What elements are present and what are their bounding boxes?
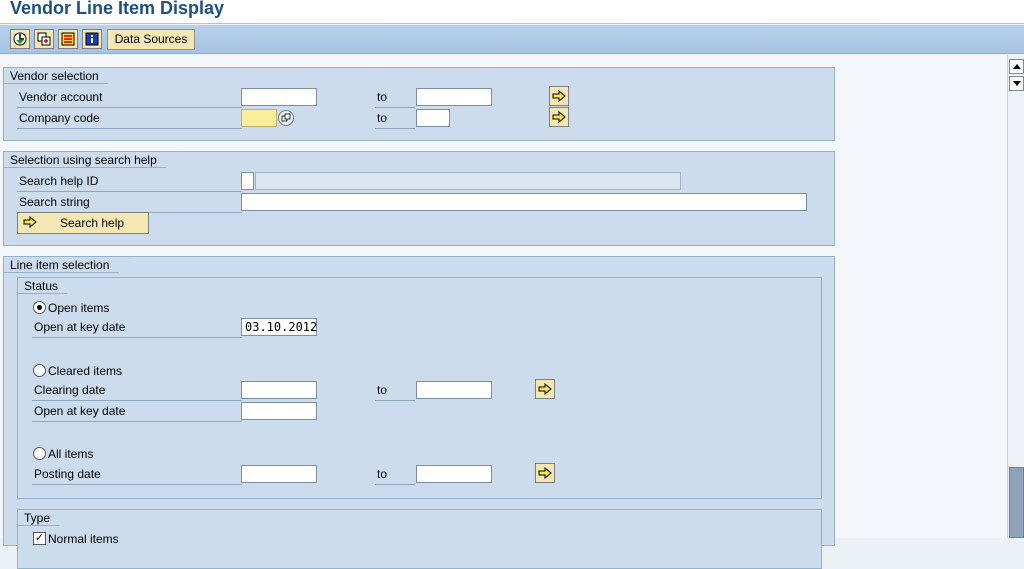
posting-date-to-input[interactable] [416, 465, 492, 483]
all-items-label: All items [48, 447, 94, 461]
normal-items-label: Normal items [48, 532, 119, 546]
open-items-radio[interactable] [33, 301, 46, 314]
cleared-items-radio[interactable] [33, 364, 46, 377]
company-code-multiple-selection-button[interactable] [549, 107, 569, 127]
cleared-key-date-input[interactable] [241, 402, 317, 420]
vendor-account-to-input[interactable] [416, 88, 492, 106]
clearing-date-from-input[interactable] [241, 381, 317, 399]
vendor-account-from-input[interactable] [241, 88, 317, 106]
cleared-key-date-label: Open at key date [32, 402, 242, 422]
open-key-date-label: Open at key date [32, 318, 242, 338]
posting-date-from-input[interactable] [241, 465, 317, 483]
search-help-button-label: Search help [60, 216, 125, 230]
scroll-up-icon[interactable] [1009, 59, 1024, 74]
company-code-to-input[interactable] [416, 109, 450, 127]
search-string-input[interactable] [241, 193, 807, 211]
search-help-id-input[interactable] [241, 172, 254, 190]
company-code-label: Company code [17, 109, 242, 129]
clearing-date-label: Clearing date [32, 381, 242, 401]
scroll-thumb[interactable] [1009, 467, 1024, 538]
dynamic-selection-icon[interactable] [58, 29, 78, 49]
search-help-id-description [255, 172, 681, 190]
posting-date-to-label: to [375, 465, 415, 485]
page-title: Vendor Line Item Display [10, 0, 225, 18]
cleared-items-label: Cleared items [48, 364, 123, 378]
arrow-right-icon [538, 467, 552, 479]
vendor-account-multiple-selection-button[interactable] [549, 86, 569, 106]
arrow-right-icon [552, 111, 566, 123]
vendor-selection-group: Vendor selection Vendor account to Compa… [3, 67, 835, 141]
data-sources-button[interactable]: Data Sources [107, 29, 195, 50]
clearing-date-to-label: to [375, 381, 415, 401]
type-group: Type ✓ Normal items [17, 509, 822, 569]
search-help-id-label: Search help ID [17, 172, 242, 192]
arrow-right-icon [23, 216, 37, 228]
company-code-from-input[interactable] [241, 109, 277, 127]
vendor-account-label: Vendor account [17, 88, 242, 108]
status-title: Status [17, 277, 79, 294]
type-title: Type [17, 509, 71, 526]
posting-date-multiple-selection-button[interactable] [535, 463, 555, 483]
vertical-scrollbar[interactable] [1007, 55, 1024, 538]
scroll-down-icon[interactable] [1009, 76, 1024, 91]
arrow-right-icon [552, 90, 566, 102]
clearing-date-to-input[interactable] [416, 381, 492, 399]
open-key-date-input[interactable]: 03.10.2012 [241, 318, 317, 336]
vendor-account-to-label: to [375, 88, 415, 108]
normal-items-checkbox[interactable]: ✓ [33, 532, 46, 545]
copy-variant-icon[interactable] [34, 29, 54, 49]
status-group: Status Open items Open at key date 03.10… [17, 277, 822, 499]
selection-screen: Vendor selection Vendor account to Compa… [0, 55, 1007, 569]
execute-icon[interactable] [10, 29, 30, 49]
line-item-selection-group: Line item selection Status Open items Op… [3, 256, 835, 569]
clearing-date-multiple-selection-button[interactable] [535, 379, 555, 399]
company-code-to-label: to [375, 109, 415, 129]
vendor-selection-title: Vendor selection [3, 67, 120, 84]
value-help-icon[interactable] [278, 110, 294, 126]
line-item-selection-title: Line item selection [3, 256, 130, 273]
search-string-label: Search string [17, 193, 242, 213]
application-toolbar: Data Sources [0, 25, 1024, 54]
posting-date-label: Posting date [32, 465, 242, 485]
info-icon[interactable] [82, 29, 102, 49]
search-help-button[interactable]: Search help [17, 212, 149, 234]
all-items-radio[interactable] [33, 447, 46, 460]
search-help-title: Selection using search help [3, 151, 178, 168]
title-bar: Vendor Line Item Display [0, 0, 1024, 24]
open-items-label: Open items [48, 301, 110, 315]
arrow-right-icon [538, 383, 552, 395]
